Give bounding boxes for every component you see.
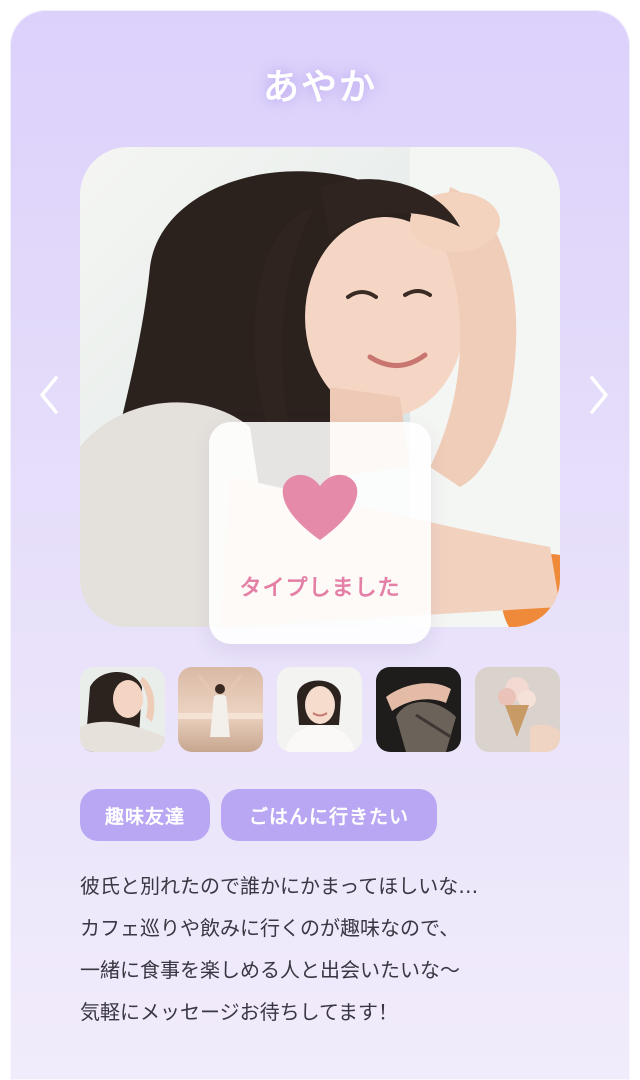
chevron-right-icon [590, 376, 608, 414]
thumbnail-5[interactable] [475, 667, 560, 752]
bio-line: カフェ巡りや飲みに行くのが趣味なので、 [80, 916, 460, 940]
thumbnail-4[interactable] [376, 667, 461, 752]
thumbnail-2[interactable] [178, 667, 263, 752]
bio-line: 一緒に食事を楽しめる人と出会いたいな〜 [80, 958, 460, 982]
bio-line: 彼氏と別れたので誰かにかまってほしいな… [80, 874, 479, 898]
profile-card: あやか タイプしました 趣味友達 ごはんに行きたい 彼氏と別れたので誰かにかまっ… [10, 10, 630, 1080]
prev-photo-button[interactable] [32, 370, 66, 420]
thumbnail-1[interactable] [80, 667, 165, 752]
profile-bio: 彼氏と別れたので誰かにかまってほしいな… カフェ巡りや飲みに行くのが趣味なので、… [80, 865, 580, 1033]
thumbnail-3[interactable] [277, 667, 362, 752]
bio-line: 気軽にメッセージお待ちしてます！ [80, 1000, 398, 1024]
chevron-left-icon [40, 376, 58, 414]
tag-want-to-eat-out: ごはんに行きたい [221, 789, 437, 841]
profile-name: あやか [262, 67, 377, 108]
like-status-text: タイプしました [239, 576, 401, 601]
photo-thumbnails [80, 667, 560, 752]
tag-hobby-friends: 趣味友達 [80, 789, 210, 841]
next-photo-button[interactable] [582, 370, 616, 420]
like-overlay: タイプしました [209, 422, 431, 644]
heart-icon [282, 474, 358, 540]
